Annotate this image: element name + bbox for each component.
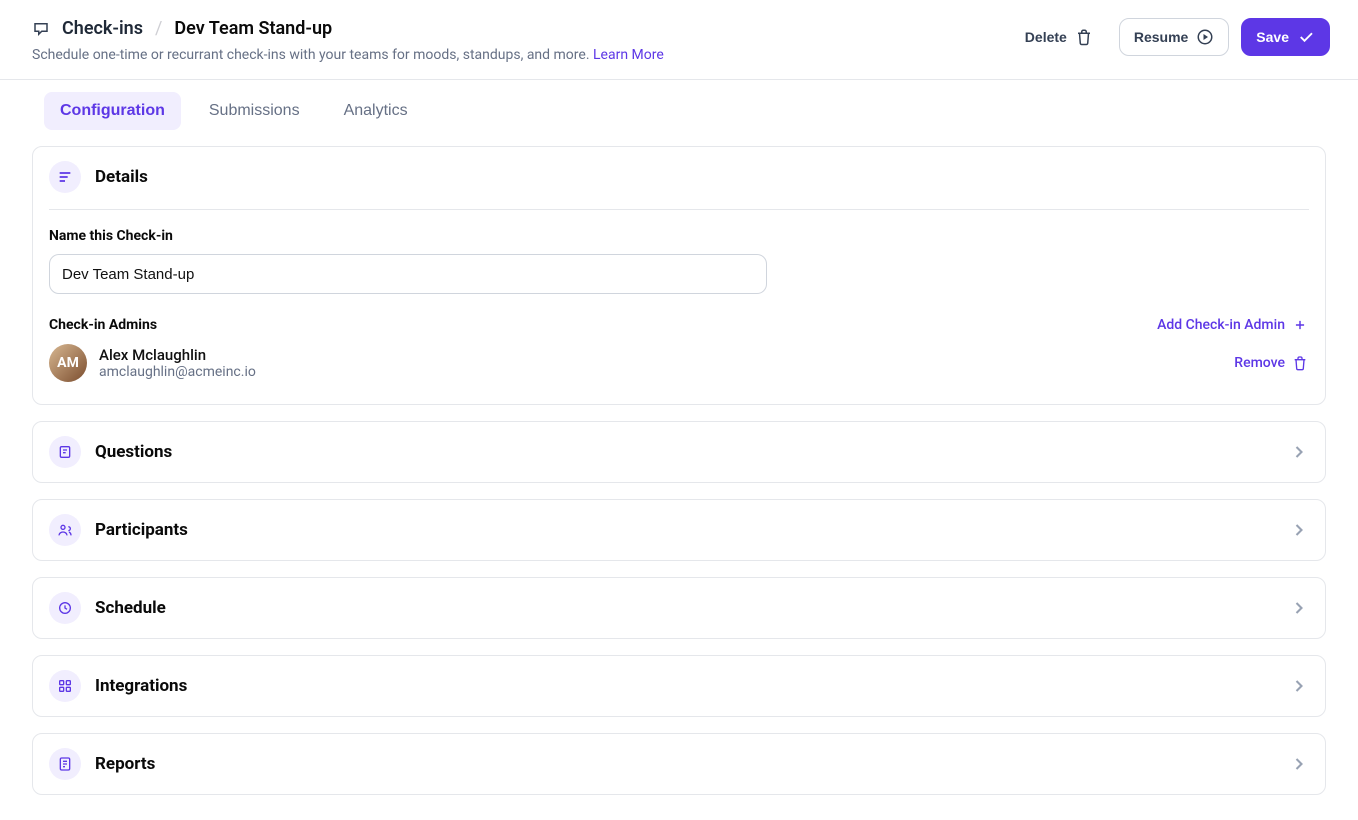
remove-admin-button[interactable]: Remove <box>1234 354 1309 372</box>
header-actions: Delete Resume Save <box>1011 18 1330 56</box>
chevron-right-icon <box>1289 676 1309 696</box>
section-details-header[interactable]: Details <box>33 147 1325 207</box>
integrations-icon <box>49 670 81 702</box>
section-details: Details Name this Check-in Check-in Admi… <box>32 146 1326 405</box>
add-admin-label: Add Check-in Admin <box>1157 317 1285 333</box>
section-integrations-title: Integrations <box>95 676 187 696</box>
delete-button[interactable]: Delete <box>1011 19 1107 55</box>
section-questions[interactable]: Questions <box>32 421 1326 483</box>
save-button[interactable]: Save <box>1241 18 1330 56</box>
admins-label: Check-in Admins <box>49 317 157 333</box>
breadcrumb-separator: / <box>155 18 162 39</box>
section-details-body: Name this Check-in Check-in Admins Add C… <box>33 209 1325 404</box>
breadcrumb: Check-ins / Dev Team Stand-up <box>32 18 664 39</box>
trash-icon <box>1291 354 1309 372</box>
delete-label: Delete <box>1025 29 1067 45</box>
admin-name: Alex Mclaughlin <box>99 346 256 364</box>
avatar: AM <box>49 344 87 382</box>
message-icon <box>32 20 50 38</box>
admin-email: amclaughlin@acmeinc.io <box>99 364 256 380</box>
remove-label: Remove <box>1234 355 1285 371</box>
page-subtitle: Schedule one-time or recurrant check-ins… <box>32 47 664 63</box>
resume-label: Resume <box>1134 29 1188 45</box>
name-label: Name this Check-in <box>49 228 1309 244</box>
tab-submissions[interactable]: Submissions <box>193 92 316 130</box>
save-label: Save <box>1256 29 1289 45</box>
admin-row: AM Alex Mclaughlin amclaughlin@acmeinc.i… <box>49 344 1309 382</box>
section-integrations[interactable]: Integrations <box>32 655 1326 717</box>
chevron-right-icon <box>1289 520 1309 540</box>
add-admin-button[interactable]: Add Check-in Admin <box>1157 316 1309 334</box>
section-participants-title: Participants <box>95 520 188 540</box>
divider <box>49 209 1309 210</box>
page-body: Details Name this Check-in Check-in Admi… <box>0 130 1358 820</box>
participants-icon <box>49 514 81 546</box>
plus-icon <box>1291 316 1309 334</box>
play-circle-icon <box>1196 28 1214 46</box>
resume-button[interactable]: Resume <box>1119 18 1229 56</box>
chevron-right-icon <box>1289 754 1309 774</box>
section-schedule-title: Schedule <box>95 598 166 618</box>
section-reports[interactable]: Reports <box>32 733 1326 795</box>
check-icon <box>1297 28 1315 46</box>
chevron-right-icon <box>1289 442 1309 462</box>
trash-icon <box>1075 28 1093 46</box>
section-details-title: Details <box>95 167 148 187</box>
breadcrumb-root[interactable]: Check-ins <box>62 18 143 39</box>
section-schedule[interactable]: Schedule <box>32 577 1326 639</box>
text-icon <box>49 161 81 193</box>
tabs: Configuration Submissions Analytics <box>0 80 1358 130</box>
section-participants[interactable]: Participants <box>32 499 1326 561</box>
checkin-name-input[interactable] <box>49 254 767 294</box>
chevron-right-icon <box>1289 598 1309 618</box>
section-reports-title: Reports <box>95 754 155 774</box>
header-left: Check-ins / Dev Team Stand-up Schedule o… <box>32 18 664 63</box>
schedule-icon <box>49 592 81 624</box>
learn-more-link[interactable]: Learn More <box>593 47 664 63</box>
page-header: Check-ins / Dev Team Stand-up Schedule o… <box>0 0 1358 80</box>
reports-icon <box>49 748 81 780</box>
tab-analytics[interactable]: Analytics <box>328 92 424 130</box>
page-frame: Check-ins / Dev Team Stand-up Schedule o… <box>0 0 1358 820</box>
tab-configuration[interactable]: Configuration <box>44 92 181 130</box>
admins-header: Check-in Admins Add Check-in Admin <box>49 316 1309 334</box>
breadcrumb-current: Dev Team Stand-up <box>174 18 332 39</box>
admin-identity: AM Alex Mclaughlin amclaughlin@acmeinc.i… <box>49 344 256 382</box>
questions-icon <box>49 436 81 468</box>
subtitle-text: Schedule one-time or recurrant check-ins… <box>32 47 593 63</box>
section-questions-title: Questions <box>95 442 172 462</box>
